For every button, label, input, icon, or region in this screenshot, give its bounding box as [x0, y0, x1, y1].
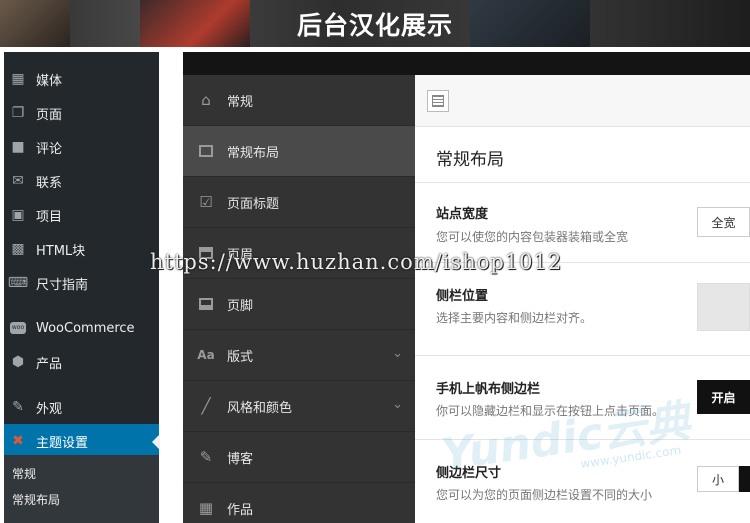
- wp-admin-sidebar: ▦ 媒体 ❐ 页面 ■ 评论 ✉ 联系 ▣ 项目 ▩ HTML块 ⌨ 尺寸指南 …: [4, 52, 160, 523]
- settings-nav-general[interactable]: ⌂ 常规: [183, 75, 415, 126]
- banner: 后台汉化展示: [0, 0, 750, 47]
- wp-menu-appearance[interactable]: ✎ 外观: [4, 390, 159, 424]
- wp-menu-label: 产品: [36, 356, 63, 372]
- theme-settings-icon: ✖: [12, 433, 24, 449]
- settings-nav: ⌂ 常规 常规布局 ☑ 页面标题 页眉 页脚 Aa 版式 ⌄ ╱ 风格和颜色 ⌄…: [183, 75, 415, 523]
- settings-nav-label: 页面标题: [227, 196, 280, 212]
- setting-desc: 您可以使您的内容包装器装箱或全宽: [436, 230, 629, 244]
- settings-nav-general-layout[interactable]: 常规布局: [183, 126, 415, 177]
- portfolio-icon: ▣: [11, 207, 25, 223]
- settings-nav-label: 风格和颜色: [227, 400, 293, 416]
- wp-submenu-general[interactable]: 常规: [4, 461, 159, 487]
- wp-menu-label: 评论: [36, 141, 63, 157]
- wp-submenu: 常规 常规布局: [4, 455, 159, 523]
- settings-nav-label: 作品: [227, 502, 254, 518]
- sidebar-size-small-button[interactable]: 小: [697, 466, 739, 492]
- settings-nav-label: 页脚: [227, 298, 254, 314]
- setting-label: 手机上帆布侧边栏: [436, 382, 541, 397]
- wp-menu-contact[interactable]: ✉ 联系: [4, 164, 159, 198]
- size-guide-icon: ⌨: [7, 275, 29, 291]
- products-icon: ⬢: [11, 354, 25, 370]
- grid-icon: ▦: [198, 499, 214, 517]
- html-block-icon: ▩: [11, 241, 25, 257]
- wp-menu-theme-settings[interactable]: ✖ 主题设置: [4, 424, 160, 458]
- wp-menu-label: 联系: [36, 175, 63, 191]
- settings-nav-label: 常规: [227, 94, 254, 110]
- chevron-down-icon: ⌄: [392, 346, 403, 361]
- checkbox-icon: ☑: [199, 193, 213, 211]
- woocommerce-icon: woo: [10, 320, 26, 336]
- site-width-select[interactable]: 全宽: [697, 207, 750, 237]
- setting-sidebar-position: 侧栏位置 选择主要内容和侧边栏对齐。: [415, 263, 750, 356]
- comments-icon: ■: [11, 139, 25, 155]
- wp-menu-comments[interactable]: ■ 评论: [4, 130, 159, 164]
- settings-nav-page-title[interactable]: ☑ 页面标题: [183, 177, 415, 228]
- settings-nav-label: 常规布局: [227, 145, 280, 161]
- setting-label: 站点宽度: [436, 207, 489, 222]
- wp-submenu-general-layout[interactable]: 常规布局: [4, 487, 159, 513]
- sidebar-size-next-button[interactable]: [739, 466, 750, 492]
- setting-label: 侧栏位置: [436, 289, 489, 304]
- settings-nav-styles-colors[interactable]: ╱ 风格和颜色 ⌄: [183, 381, 415, 432]
- setting-desc: 您可以为您的页面侧边栏设置不同的大小: [436, 488, 653, 502]
- settings-nav-footer[interactable]: 页脚: [183, 279, 415, 330]
- wp-menu-size-guide[interactable]: ⌨ 尺寸指南: [4, 266, 159, 300]
- wp-menu-media[interactable]: ▦ 媒体: [4, 62, 159, 96]
- wp-menu-label: 主题设置: [36, 435, 89, 451]
- settings-nav-portfolio[interactable]: ▦ 作品: [183, 483, 415, 523]
- wp-menu-label: WooCommerce: [36, 320, 135, 336]
- section-heading: 常规布局: [415, 127, 750, 183]
- banner-title: 后台汉化展示: [296, 11, 453, 40]
- mobile-sidebar-toggle[interactable]: 开启: [697, 380, 750, 414]
- settings-nav-blog[interactable]: ✎ 博客: [183, 432, 415, 483]
- brush-icon: ╱: [201, 397, 211, 415]
- wp-menu-label: 尺寸指南: [36, 277, 89, 293]
- pages-icon: ❐: [11, 105, 25, 121]
- sidebar-position-selector[interactable]: [697, 283, 750, 331]
- url-watermark: https://www.huzhan.com/ishop1012: [150, 250, 563, 274]
- layout-icon: [197, 142, 215, 160]
- section-title: 常规布局: [436, 150, 504, 170]
- wp-menu-label: 项目: [36, 209, 63, 225]
- wp-menu-pages[interactable]: ❐ 页面: [4, 96, 159, 130]
- chevron-down-icon: ⌄: [392, 397, 403, 412]
- settings-nav-label: 博客: [227, 451, 254, 467]
- appearance-icon: ✎: [12, 399, 24, 415]
- typography-icon: Aa: [197, 348, 215, 362]
- pencil-icon: ✎: [199, 448, 213, 466]
- footer-icon: [197, 295, 215, 313]
- settings-nav-label: 版式: [227, 349, 254, 365]
- wp-menu-woocommerce[interactable]: woo WooCommerce: [4, 311, 159, 345]
- wp-menu-label: HTML块: [36, 243, 86, 259]
- media-icon: ▦: [11, 71, 25, 87]
- settings-nav-typography[interactable]: Aa 版式 ⌄: [183, 330, 415, 381]
- wp-menu-html-block[interactable]: ▩ HTML块: [4, 232, 159, 266]
- wp-menu-label: 媒体: [36, 73, 63, 89]
- setting-desc: 选择主要内容和侧边栏对齐。: [436, 311, 593, 325]
- list-icon: [432, 95, 444, 107]
- home-icon: ⌂: [201, 91, 211, 109]
- wp-menu-products[interactable]: ⬢ 产品: [4, 345, 159, 379]
- panel-toggle-button[interactable]: [427, 90, 449, 112]
- theme-options-topbar: [183, 52, 750, 75]
- wp-menu-label: 外观: [36, 401, 63, 417]
- wp-menu-portfolio[interactable]: ▣ 项目: [4, 198, 159, 232]
- mail-icon: ✉: [12, 173, 24, 189]
- panel-toolbar: [415, 75, 750, 127]
- wp-menu-label: 页面: [36, 107, 63, 123]
